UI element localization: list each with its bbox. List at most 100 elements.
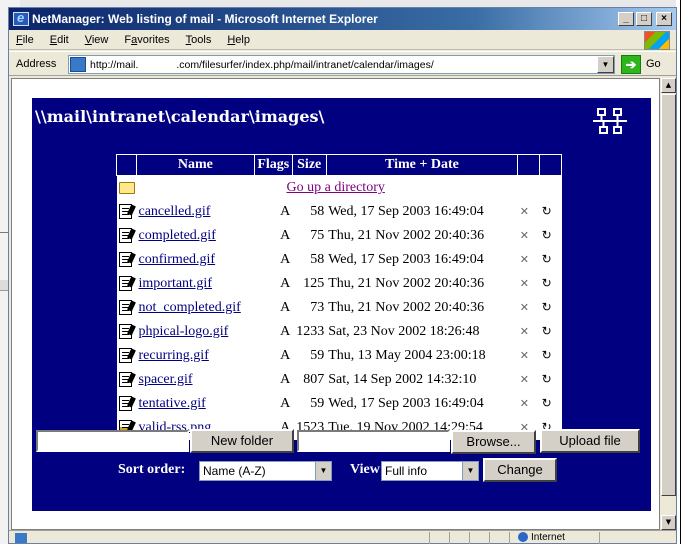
file-row: cancelled.gif A 58 Wed, 17 Sep 2003 16:49:0… [116,199,562,224]
minimize-button[interactable]: _ [618,12,634,26]
view-select[interactable]: Full info ▼ [381,461,479,481]
file-name-link[interactable]: cancelled.gif [139,204,211,219]
delete-icon[interactable]: ✕ [520,277,529,290]
rename-icon[interactable]: ↻ [542,348,552,363]
menu-view[interactable]: View [85,34,109,46]
rename-icon[interactable]: ↻ [542,228,552,243]
maximize-button[interactable]: □ [636,12,652,26]
change-button[interactable]: Change [483,458,557,482]
address-bar: Address http://mail. .com/filesurfer/ind… [9,51,676,76]
delete-icon[interactable]: ✕ [520,229,529,242]
vertical-scrollbar[interactable]: ▲ ▼ [661,78,676,530]
scroll-up-icon[interactable]: ▲ [661,78,676,93]
menu-edit[interactable]: Edit [50,34,69,46]
menu-tools[interactable]: Tools [186,34,212,46]
sort-order-select[interactable]: Name (A-Z) ▼ [199,461,332,481]
sort-dropdown-icon[interactable]: ▼ [315,462,331,480]
file-edit-icon[interactable] [118,251,132,267]
menu-file[interactable]: File [16,34,34,46]
rename-icon[interactable]: ↻ [542,204,552,219]
address-dropdown-icon[interactable]: ▼ [597,56,614,73]
menu-help[interactable]: Help [227,34,250,46]
file-modified-time: Wed, 17 Sep 2003 16:49:04 [326,199,518,224]
file-name-link[interactable]: completed.gif [139,228,216,243]
view-dropdown-icon[interactable]: ▼ [462,462,478,480]
file-edit-icon[interactable] [118,227,132,243]
file-name-link[interactable]: phpical-logo.gif [139,324,229,339]
rename-icon[interactable]: ↻ [542,300,552,315]
address-input[interactable]: http://mail. .com/filesurfer/index.php/m… [68,55,615,74]
file-edit-icon[interactable] [118,347,132,363]
sort-order-value: Name (A-Z) [203,464,266,478]
window-title: NetManager: Web listing of mail - Micros… [32,12,378,26]
rename-icon[interactable]: ↻ [542,396,552,411]
scroll-thumb[interactable] [661,94,676,496]
go-up-directory-link[interactable]: Go up a directory [287,180,385,195]
file-flags: A [254,199,293,224]
upload-file-path-input[interactable] [297,430,450,452]
directory-path: \\mail\intranet\calendar\images\ [35,107,325,126]
menu-favorites[interactable]: Favorites [124,34,169,46]
rename-icon[interactable]: ↻ [542,276,552,291]
file-name-link[interactable]: not_completed.gif [139,300,241,315]
file-size: 59 [292,391,327,416]
new-folder-name-input[interactable] [36,430,189,452]
rename-icon[interactable]: ↻ [542,252,552,267]
file-edit-icon[interactable] [118,203,132,219]
file-edit-icon[interactable] [118,323,132,339]
folder-icon[interactable] [118,181,135,194]
scroll-down-icon[interactable]: ▼ [661,515,676,530]
file-size: 73 [292,295,327,320]
sort-order-label: Sort order: [118,462,186,477]
delete-icon[interactable]: ✕ [520,253,529,266]
file-row: confirmed.gif A 58 Wed, 17 Sep 2003 16:49:0… [116,247,562,272]
file-flags: A [254,247,293,272]
file-modified-time: Wed, 17 Sep 2003 16:49:04 [326,391,518,416]
file-edit-icon[interactable] [118,275,132,291]
file-flags: A [254,295,293,320]
file-size: 75 [292,223,327,248]
go-arrow-icon[interactable]: ➔ [621,55,641,74]
close-button[interactable]: × [656,12,672,26]
file-size: 807 [292,367,327,392]
upload-file-button[interactable]: Upload file [540,429,640,453]
col-flags-header[interactable]: Flags [253,154,293,176]
browse-button[interactable]: Browse... [451,430,536,454]
browser-window: NetManager: Web listing of mail - Micros… [8,7,677,544]
col-name-header[interactable]: Name [136,154,255,176]
file-name-link[interactable]: important.gif [139,276,213,291]
delete-icon[interactable]: ✕ [520,373,529,386]
col-time-header[interactable]: Time + Date [325,154,519,176]
file-size: 59 [292,343,327,368]
col-icon-header [116,154,137,176]
file-modified-time: Sat, 23 Nov 2002 18:26:48 [326,319,518,344]
globe-icon [518,532,528,543]
page-status-icon [15,533,27,543]
filesurfer-panel: \\mail\intranet\calendar\images\ Name Fl… [32,98,651,511]
delete-icon[interactable]: ✕ [520,325,529,338]
file-name-link[interactable]: spacer.gif [139,372,193,387]
go-button[interactable]: Go [646,58,661,70]
file-name-link[interactable]: recurring.gif [139,348,209,363]
file-modified-time: Thu, 21 Nov 2002 20:40:36 [326,295,518,320]
col-size-header[interactable]: Size [291,154,327,176]
new-folder-button[interactable]: New folder [190,429,294,453]
file-edit-icon[interactable] [118,395,132,411]
file-name-link[interactable]: confirmed.gif [139,252,216,267]
file-modified-time: Thu, 13 May 2004 23:00:18 [326,343,518,368]
delete-icon[interactable]: ✕ [520,205,529,218]
address-label: Address [16,58,57,70]
file-flags: A [254,391,293,416]
rename-icon[interactable]: ↻ [542,372,552,387]
status-bar: Internet [9,530,676,544]
file-name-link[interactable]: tentative.gif [139,396,206,411]
delete-icon[interactable]: ✕ [520,301,529,314]
delete-icon[interactable]: ✕ [520,397,529,410]
windows-logo-icon [644,31,670,50]
file-size: 1233 [292,319,327,344]
file-edit-icon[interactable] [118,371,132,387]
delete-icon[interactable]: ✕ [520,349,529,362]
title-bar[interactable]: NetManager: Web listing of mail - Micros… [9,8,676,30]
file-edit-icon[interactable] [118,299,132,315]
rename-icon[interactable]: ↻ [542,324,552,339]
